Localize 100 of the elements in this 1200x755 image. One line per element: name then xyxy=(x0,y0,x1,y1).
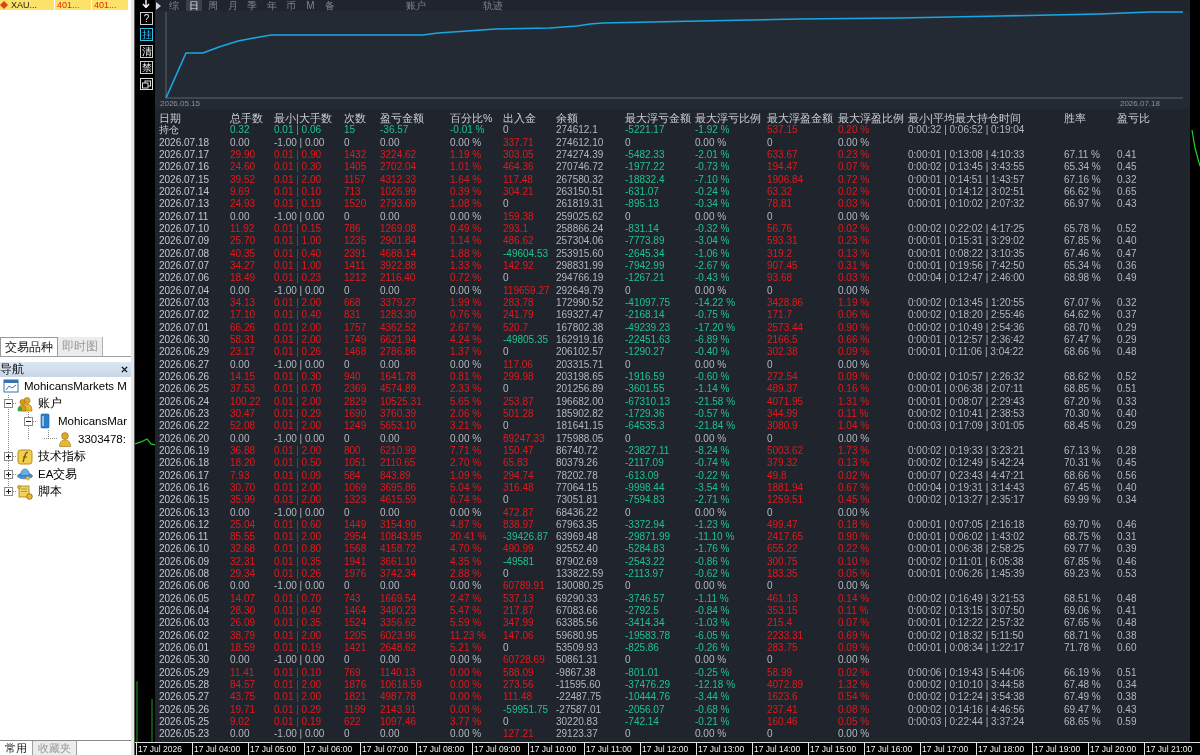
period-tab[interactable]: 月 xyxy=(224,0,241,11)
tool-button[interactable]: 挂 xyxy=(140,28,153,41)
table-cell: 304.21 xyxy=(503,185,534,199)
down-arrow-icon[interactable] xyxy=(142,0,150,8)
tree-item[interactable]: EA交易 xyxy=(38,466,78,482)
table-cell: 3154.90 xyxy=(380,518,417,532)
time-label: 17 Jul 04:00 xyxy=(192,743,248,755)
table-cell: 0.49 xyxy=(1117,272,1137,285)
table-cell: 379.32 xyxy=(767,457,798,470)
symbol-cell[interactable]: XAU... xyxy=(0,0,54,10)
table-cell: 172990.52 xyxy=(556,296,604,310)
table-cell: 67.85 % xyxy=(1064,555,1101,569)
table-cell: 2026.07.17 xyxy=(159,149,210,162)
section-tab[interactable]: 轨迹 xyxy=(482,0,503,11)
period-tab[interactable]: 日 xyxy=(185,0,202,11)
tree-item[interactable]: MohicansMar xyxy=(58,415,128,428)
table-cell: 0.00 % xyxy=(695,506,727,519)
tool-button[interactable]: ? xyxy=(140,11,153,25)
table-cell: 0.39 % xyxy=(450,185,482,199)
table-cell: 68.75 % xyxy=(1064,531,1101,544)
tree-item[interactable]: MohicansMarkets M xyxy=(24,379,127,392)
table-cell: 0:00:02 | 0:11:01 | 6:05:38 xyxy=(908,555,1024,569)
period-tab[interactable]: 综 xyxy=(166,0,182,11)
table-cell: 0.65 xyxy=(1117,185,1137,199)
table-cell: 1520 xyxy=(344,198,367,211)
column-header: 最小|平均最大持仓时间 xyxy=(908,112,1021,125)
table-cell: 183.35 xyxy=(767,568,798,581)
table-cell: -1.03 % xyxy=(695,617,730,630)
table-cell: 69290.33 xyxy=(556,592,598,606)
price-cell[interactable]: 401... xyxy=(92,0,128,10)
table-cell: 1.64 % xyxy=(450,173,482,186)
time-label: 17 Jul 05:00 xyxy=(248,743,304,755)
table-cell: 0:00:01 | 0:06:38 | 2:07:11 xyxy=(908,383,1024,396)
table-cell: 0.00 % xyxy=(450,679,482,692)
price-cell[interactable]: 401... xyxy=(55,0,91,10)
table-cell: 100.22 xyxy=(230,395,261,408)
table-cell: 2026.06.29 xyxy=(159,346,210,359)
table-cell: -1.23 % xyxy=(695,518,730,532)
panel-tab[interactable]: 交易品种 xyxy=(0,337,58,356)
table-cell: 1323 xyxy=(344,494,367,507)
table-cell: 2026.06.25 xyxy=(159,383,210,396)
period-tab[interactable]: 年 xyxy=(263,0,280,11)
table-cell: 0.01 | 2.00 xyxy=(274,531,322,544)
table-cell: -1.14 % xyxy=(695,383,730,396)
table-cell: 2026.07.09 xyxy=(159,235,210,248)
tree-expander[interactable] xyxy=(4,487,13,497)
tool-button[interactable]: 清 xyxy=(140,44,153,58)
period-tab[interactable]: 周 xyxy=(205,0,221,11)
tree-item[interactable]: 3303478: xyxy=(78,432,126,445)
tool-button[interactable]: 禁 xyxy=(140,61,153,74)
time-label: 17 Jul 20:00 xyxy=(1088,743,1144,755)
table-cell: 0.00 xyxy=(230,580,250,593)
table-cell: 0.01 | 0.40 xyxy=(274,309,322,322)
table-cell: 36.88 xyxy=(230,444,256,458)
table-cell: 0.00 xyxy=(380,284,400,297)
table-cell: 0.01 | 0.19 xyxy=(274,642,322,655)
tree-expander[interactable] xyxy=(24,416,33,426)
period-tab[interactable]: 季 xyxy=(244,0,260,11)
table-cell: 159.38 xyxy=(503,210,534,223)
table-cell: 67.20 % xyxy=(1064,395,1101,408)
tree-expander[interactable] xyxy=(4,469,13,479)
table-cell: 1157 xyxy=(344,173,366,186)
table-cell: 1568 xyxy=(344,543,367,556)
table-cell: 294.74 xyxy=(503,469,534,482)
table-cell: 5003.62 xyxy=(767,444,804,458)
table-cell: 501.28 xyxy=(503,407,534,421)
section-tab[interactable]: 账户 xyxy=(405,0,426,11)
table-cell: 0.66 % xyxy=(838,333,870,347)
table-cell: 302.38 xyxy=(767,346,798,359)
table-cell: -21.58 % xyxy=(695,395,736,408)
table-cell: 2026.05.29 xyxy=(159,666,210,680)
table-cell: 2026.06.16 xyxy=(159,481,210,495)
tree-expander[interactable] xyxy=(4,399,13,409)
column-header: 总手数 xyxy=(230,112,263,125)
table-cell: -895.13 xyxy=(625,198,659,211)
table-cell: -801.01 xyxy=(625,666,659,680)
tree-item[interactable]: 脚本 xyxy=(38,484,62,500)
table-cell: 253915.60 xyxy=(556,247,604,260)
period-tab[interactable]: 备 xyxy=(322,0,338,11)
period-tab[interactable]: M xyxy=(302,0,319,11)
table-cell: 0.34 xyxy=(1117,494,1137,507)
table-cell: 0:00:03 | 0:17:09 | 3:01:05 xyxy=(908,420,1025,433)
table-cell: 20.41 % xyxy=(450,531,487,544)
period-tab[interactable]: 币 xyxy=(283,0,299,11)
table-cell: -0.57 % xyxy=(695,407,730,421)
close-icon[interactable] xyxy=(121,366,128,373)
table-cell: 69.99 % xyxy=(1064,494,1101,507)
window-icon[interactable] xyxy=(140,77,153,90)
tree-expander[interactable] xyxy=(4,452,13,462)
table-cell: 0.54 % xyxy=(838,691,870,704)
table-cell: 1.88 % xyxy=(450,247,482,260)
table-cell: 2901.84 xyxy=(380,235,417,248)
tree-item[interactable]: 账户 xyxy=(38,396,62,412)
time-label: 17 Jul 11:00 xyxy=(584,743,640,755)
time-label: 17 Jul 09:00 xyxy=(472,743,528,755)
table-cell: 0:00:02 | 0:13:45 | 1:20:55 xyxy=(908,296,1025,310)
table-cell: 17.10 xyxy=(230,309,256,322)
tree-item[interactable]: 技术指标 xyxy=(38,449,86,465)
table-cell: 2026.07.08 xyxy=(159,247,210,260)
navigator-title: 导航 xyxy=(0,362,24,377)
